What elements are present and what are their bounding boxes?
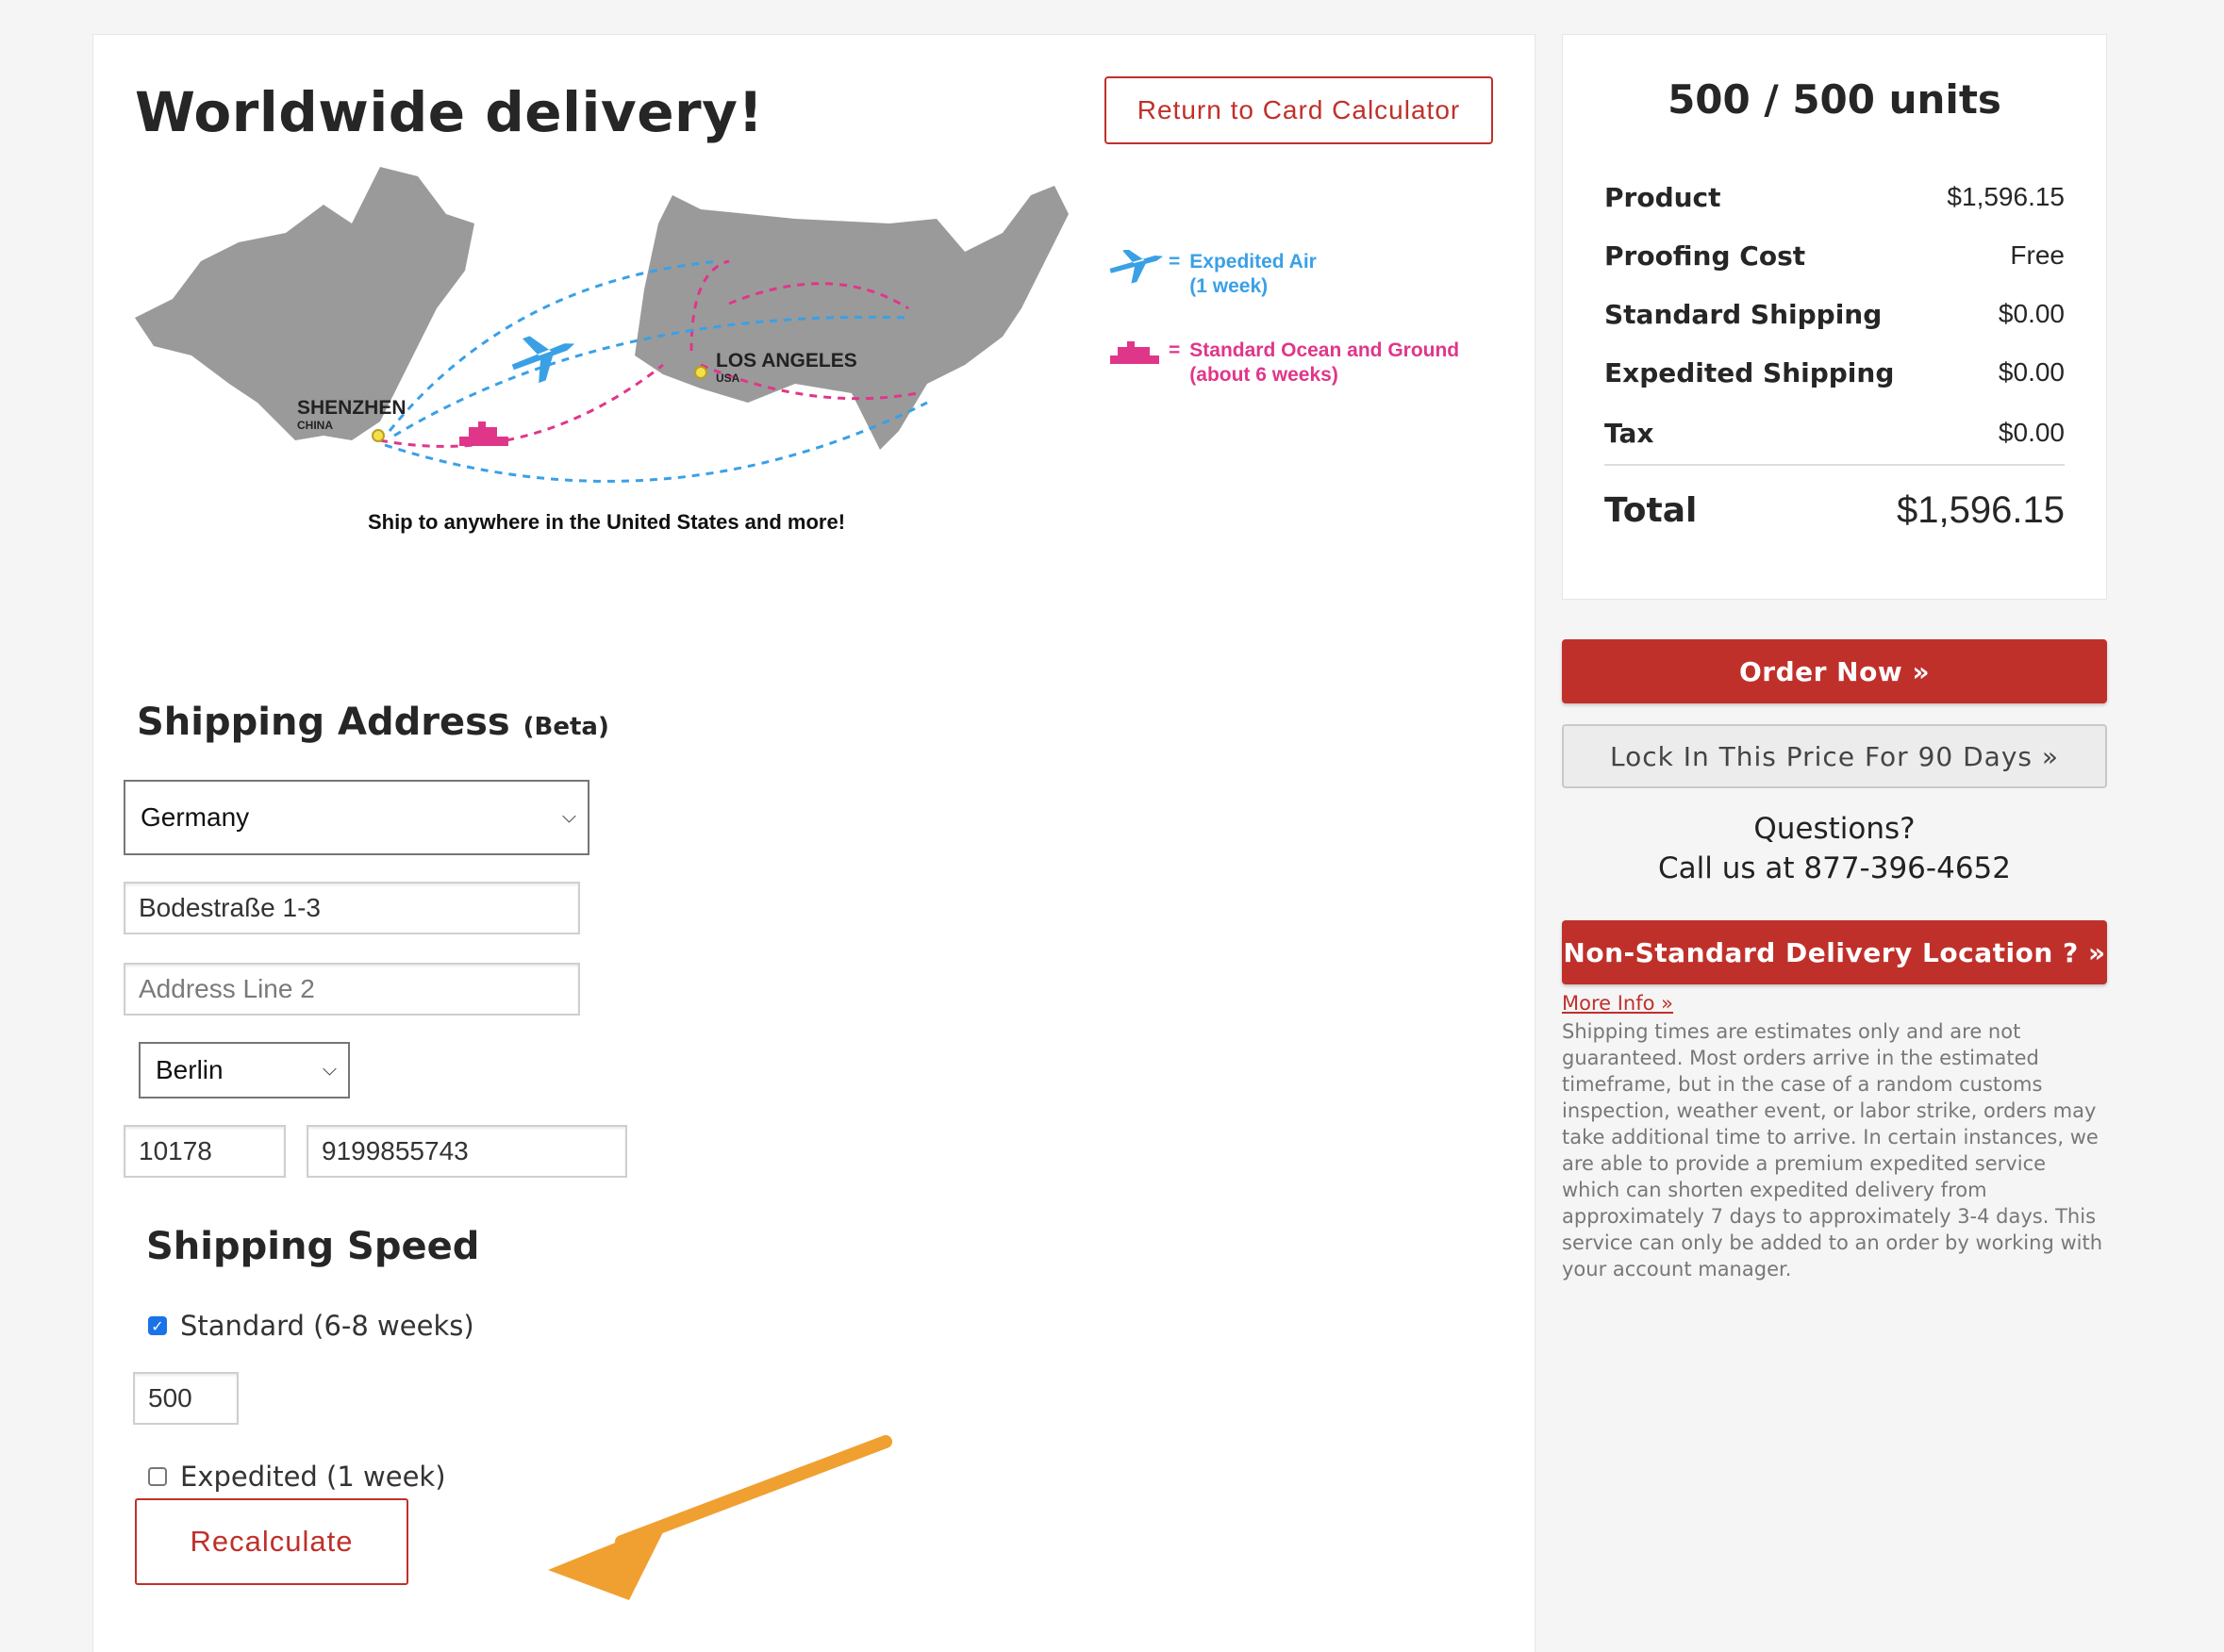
lock-price-button[interactable]: Lock In This Price For 90 Days » — [1562, 724, 2107, 788]
row-label: Product — [1604, 182, 1721, 213]
units-count: 500 / 500 units — [1668, 76, 2001, 123]
ocean-route-1 — [379, 363, 664, 448]
address-line1-input[interactable]: Bodestraße 1-3 — [124, 882, 580, 934]
row-value: $0.00 — [1998, 357, 2065, 387]
city-value: Berlin — [156, 1055, 224, 1084]
country-select[interactable]: Germany ⌵ — [124, 780, 589, 855]
row-label: Proofing Cost — [1604, 240, 1806, 272]
phone-input[interactable]: 9199855743 — [307, 1125, 627, 1178]
total-value: $1,596.15 — [1897, 489, 2065, 531]
expedited-checkbox[interactable] — [148, 1467, 167, 1486]
legend-equals: = — [1169, 339, 1181, 361]
los-angeles-label: LOS ANGELES — [716, 350, 857, 372]
summary-row-expedited-shipping: Expedited Shipping $0.00 — [1604, 357, 2065, 388]
map-legend: = Expedited Air (1 week) = Standard Ocea… — [1106, 250, 1502, 438]
order-summary: 500 / 500 units Product $1,596.15 Proofi… — [1562, 34, 2107, 600]
return-to-calculator-button[interactable]: Return to Card Calculator — [1104, 76, 1493, 144]
legend-air-line2: (1 week) — [1189, 275, 1269, 297]
row-value: $0.00 — [1998, 418, 2065, 447]
legend-ocean-line1: Standard Ocean and Ground — [1189, 339, 1460, 361]
shipping-address-heading: Shipping Address — [137, 701, 510, 744]
summary-row-proofing: Proofing Cost Free — [1604, 240, 2065, 272]
annotation-arrow-icon — [548, 1435, 892, 1600]
zip-input[interactable]: 10178 — [124, 1125, 286, 1178]
standard-quantity-input[interactable]: 500 — [133, 1372, 239, 1425]
questions-block: Questions? Call us at 877-396-4652 — [1562, 809, 2107, 888]
summary-row-standard-shipping: Standard Shipping $0.00 — [1604, 299, 2065, 330]
legend-ocean: = Standard Ocean and Ground (about 6 wee… — [1106, 339, 1459, 388]
beta-badge: (Beta) — [523, 713, 609, 741]
ship-icon — [1110, 341, 1159, 364]
map-caption: Ship to anywhere in the United States an… — [367, 510, 846, 534]
usa-shape — [635, 186, 1069, 450]
ship-icon — [459, 421, 508, 446]
row-label: Standard Shipping — [1604, 299, 1883, 330]
row-value: $0.00 — [1998, 299, 2065, 328]
shipping-address-title: Shipping Address (Beta) — [137, 701, 609, 744]
usa-label: USA — [716, 372, 740, 385]
standard-label: Standard (6-8 weeks) — [180, 1310, 474, 1342]
legend-air: = Expedited Air (1 week) — [1106, 250, 1317, 299]
summary-divider — [1604, 464, 2065, 466]
shenzhen-label: SHENZHEN — [297, 397, 407, 419]
chevron-down-icon: ⌵ — [322, 1059, 337, 1081]
page-title: Worldwide delivery! — [135, 80, 764, 144]
summary-row-product: Product $1,596.15 — [1604, 182, 2065, 213]
main-panel: Worldwide delivery! Return to Card Calcu… — [92, 34, 1535, 1652]
shipping-disclaimer: Shipping times are estimates only and ar… — [1562, 1020, 2103, 1280]
address-line2-input[interactable]: Address Line 2 — [124, 963, 580, 1016]
summary-row-tax: Tax $0.00 — [1604, 418, 2065, 449]
expedited-option[interactable]: Expedited (1 week) — [148, 1461, 446, 1493]
la-marker — [694, 366, 707, 379]
row-value: $1,596.15 — [1947, 182, 2065, 211]
shipping-speed-title: Shipping Speed — [146, 1225, 480, 1268]
non-standard-delivery-button[interactable]: Non-Standard Delivery Location ? » — [1562, 920, 2107, 984]
chevron-down-icon: ⌵ — [561, 806, 576, 828]
shenzhen-marker — [372, 429, 385, 442]
plane-icon — [511, 336, 575, 384]
row-value: Free — [2010, 240, 2065, 270]
legend-air-line1: Expedited Air — [1189, 251, 1317, 273]
city-select[interactable]: Berlin ⌵ — [139, 1042, 350, 1099]
country-value: Germany — [141, 802, 250, 832]
plane-icon — [1109, 250, 1163, 284]
questions-label: Questions? — [1753, 812, 1916, 846]
summary-total: Total $1,596.15 — [1604, 489, 2065, 532]
total-label: Total — [1604, 491, 1698, 530]
expedited-label: Expedited (1 week) — [180, 1461, 446, 1493]
legend-equals: = — [1169, 251, 1181, 273]
phone-number: Call us at 877-396-4652 — [1658, 851, 2011, 885]
legend-ocean-line2: (about 6 weeks) — [1189, 364, 1338, 386]
order-now-button[interactable]: Order Now » — [1562, 639, 2107, 703]
shipping-map: SHENZHEN CHINA LOS ANGELES USA Ship to a… — [135, 167, 1087, 544]
standard-option[interactable]: ✓ Standard (6-8 weeks) — [148, 1310, 474, 1342]
row-label: Expedited Shipping — [1604, 357, 1895, 388]
standard-checkbox[interactable]: ✓ — [148, 1316, 167, 1335]
row-label: Tax — [1604, 418, 1654, 449]
map-illustration: SHENZHEN CHINA LOS ANGELES USA — [135, 167, 1069, 483]
more-info-link[interactable]: More Info » — [1562, 992, 1673, 1015]
china-label: CHINA — [297, 419, 333, 432]
recalculate-button[interactable]: Recalculate — [135, 1498, 408, 1585]
